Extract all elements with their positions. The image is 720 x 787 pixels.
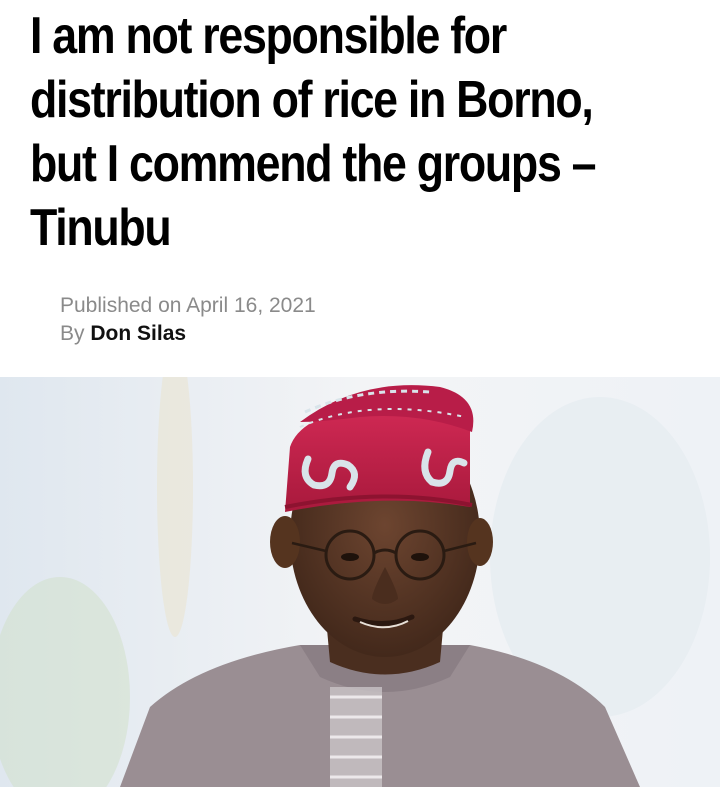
article-photo [0,377,720,787]
eye [341,553,359,561]
ear [270,516,300,568]
eye [411,553,429,561]
published-date: April 16, 2021 [186,294,316,317]
published-label: Published on [60,294,182,317]
author-name[interactable]: Don Silas [90,322,186,345]
headline-line: but I commend the groups – [30,135,597,193]
by-label: By [60,322,85,345]
published-row: Published on April 16, 2021 [60,292,316,320]
portrait-illustration [0,377,720,787]
byline-row: By Don Silas [60,320,316,348]
headline-line: distribution of rice in Borno, [30,71,594,129]
article-page: I am not responsible for distribution of… [0,0,720,787]
headline-line: I am not responsible for [30,7,507,65]
article-meta: Published on April 16, 2021 By Don Silas [60,292,316,348]
headline-line: Tinubu [30,199,172,257]
ear [467,518,493,566]
article-headline: I am not responsible for distribution of… [30,4,615,260]
